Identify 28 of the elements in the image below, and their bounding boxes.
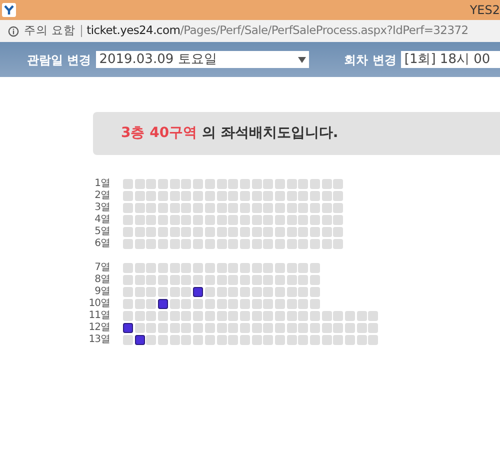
banner-text: 3층 40구역 의 좌석배치도입니다. — [121, 124, 338, 143]
round-select[interactable]: [1회] 18시 00 — [401, 51, 500, 68]
row-label: 12열 — [88, 323, 110, 333]
row-label: 7열 — [94, 263, 110, 273]
app-logo-icon — [2, 3, 16, 17]
round-label: 회차 변경 — [344, 52, 396, 68]
row-label: 1열 — [94, 179, 110, 189]
info-icon — [8, 26, 19, 36]
seat[interactable] — [134, 335, 145, 345]
row-label: 8열 — [94, 275, 110, 285]
date-select[interactable]: 2019.03.09 토요일 — [96, 51, 310, 68]
row-label: 13열 — [88, 335, 110, 345]
row-label: 2열 — [94, 191, 110, 201]
dropdown-arrow-icon — [298, 56, 306, 62]
seat[interactable] — [123, 323, 133, 333]
address-bar-url[interactable]: ticket.yes24.com/Pages/Perf/Sale/PerfSaleProcess.aspx?IdPerf=32372 — [86, 22, 468, 40]
seat[interactable] — [158, 299, 168, 309]
window-title: YES2 — [470, 2, 500, 19]
seat[interactable] — [193, 287, 204, 297]
row-label: 10열 — [88, 299, 110, 309]
row-label: 6열 — [94, 239, 110, 249]
row-label: 4열 — [94, 215, 110, 225]
date-label: 관람일 변경 — [27, 52, 92, 68]
row-label: 3열 — [94, 203, 110, 213]
row-label: 9열 — [94, 287, 110, 297]
row-label: 5열 — [94, 227, 110, 237]
security-warning[interactable]: 주의 요함 — [24, 22, 76, 40]
row-label: 11열 — [88, 311, 110, 321]
